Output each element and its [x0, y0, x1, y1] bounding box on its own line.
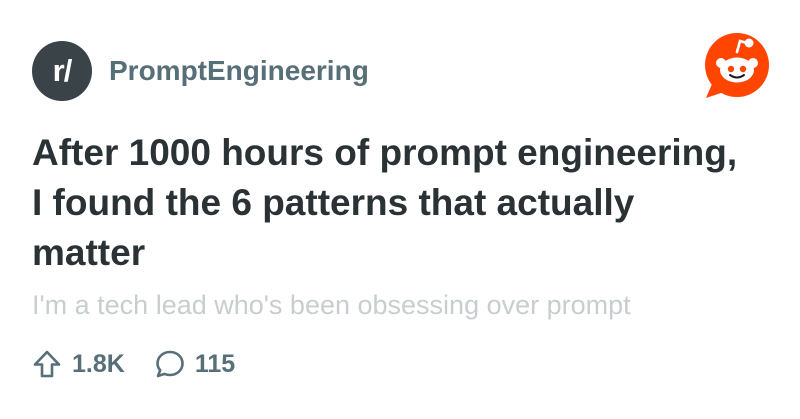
- subreddit-avatar[interactable]: r/: [32, 41, 92, 101]
- reddit-logo-icon: [705, 33, 769, 98]
- post-header: r/ PromptEngineering: [32, 41, 369, 101]
- upvote-button[interactable]: 1.8K: [30, 347, 125, 381]
- subreddit-avatar-text: r/: [52, 53, 73, 88]
- upvote-count: 1.8K: [72, 349, 125, 378]
- comment-count: 115: [194, 349, 236, 378]
- comment-bubble-icon: [156, 350, 184, 378]
- subreddit-name[interactable]: PromptEngineering: [109, 55, 369, 87]
- post-snippet: I'm a tech lead who's been obsessing ove…: [32, 290, 631, 320]
- post-card[interactable]: r/ PromptEngineering After 1000 hours of…: [0, 0, 800, 419]
- post-stats: 1.8K 115: [30, 344, 235, 384]
- comments-button[interactable]: 115: [153, 347, 235, 381]
- upvote-arrow-icon: [33, 350, 61, 378]
- post-title[interactable]: After 1000 hours of prompt engineering, …: [32, 128, 752, 278]
